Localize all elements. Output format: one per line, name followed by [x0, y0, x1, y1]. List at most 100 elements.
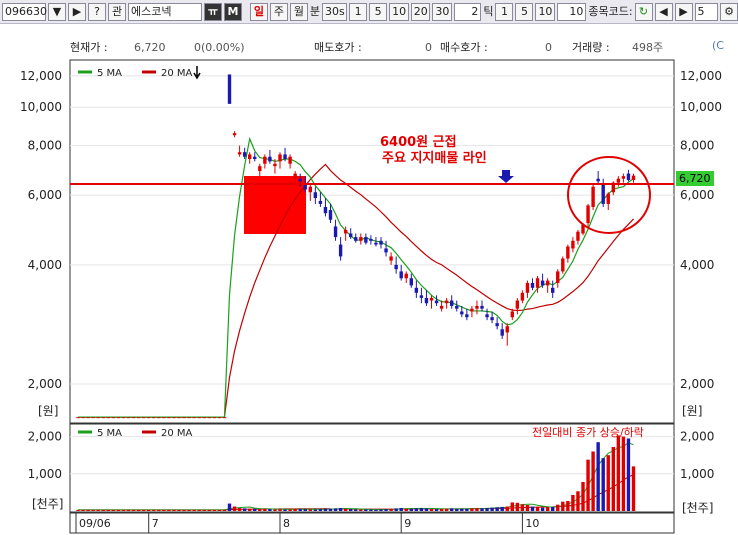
volume-bar	[419, 508, 424, 511]
candle-body	[253, 156, 257, 160]
candle-body	[338, 244, 343, 257]
candle-body	[76, 417, 80, 419]
price-unit-right: [원]	[682, 404, 702, 418]
volume-bar	[242, 508, 247, 511]
volume-bar	[273, 509, 277, 511]
candle-body	[126, 417, 131, 419]
candle-body	[556, 271, 560, 283]
volume-bar	[328, 508, 333, 511]
volume-bar	[424, 508, 429, 511]
volume-bar	[384, 509, 388, 511]
volume-bar	[131, 509, 136, 511]
candle-body	[404, 273, 408, 279]
candle-body	[399, 271, 403, 279]
volume-bar	[606, 455, 610, 511]
volume-right-ticks: 2,000 1,000	[680, 430, 714, 481]
price-right-tick: 4,000	[680, 258, 714, 272]
volume-bar	[157, 509, 161, 511]
price-right-tick: 10,000	[680, 100, 722, 114]
volume-bar	[212, 509, 217, 511]
volume-bar	[581, 481, 585, 511]
volume-bar	[227, 503, 232, 511]
candle-body	[530, 282, 535, 288]
volume-bar	[545, 507, 550, 511]
candle-body	[561, 258, 565, 272]
volume-bar	[505, 506, 509, 511]
candle-body	[515, 300, 520, 309]
candle-body	[460, 311, 464, 315]
volume-bar	[510, 502, 514, 511]
candle-body	[298, 178, 302, 182]
candle-body	[505, 326, 509, 333]
volume-bar	[591, 451, 595, 511]
candle-body	[167, 417, 171, 419]
volume-bar	[222, 509, 227, 511]
candle-body	[278, 154, 282, 162]
volume-bar	[621, 436, 626, 511]
volume-bar	[207, 509, 211, 511]
candle-body	[323, 206, 328, 214]
candle-body	[480, 305, 484, 309]
price-left-tick: 12,000	[20, 69, 62, 83]
candle-body	[389, 256, 393, 261]
volume-bar	[101, 509, 105, 511]
volume-bar	[248, 508, 252, 511]
volume-bar	[444, 508, 449, 511]
volume-bar	[470, 508, 474, 511]
candle-body	[217, 417, 222, 419]
volume-bar	[394, 508, 398, 511]
price-right-tick: 12,000	[680, 69, 722, 83]
candle-body	[596, 178, 600, 182]
candle-body	[318, 200, 323, 204]
volume-bar	[253, 508, 257, 511]
volume-bar	[167, 509, 171, 511]
price-legend-ma20: 20 MA	[161, 68, 193, 79]
volume-bar	[147, 509, 151, 511]
volume-bar	[455, 508, 459, 511]
candle-body	[86, 417, 90, 419]
price-panel-frame	[69, 59, 675, 534]
candle-body	[354, 237, 358, 241]
candle-body	[510, 311, 514, 318]
candle-body	[414, 287, 419, 293]
volume-bar	[626, 438, 631, 511]
price-left-tick: 4,000	[28, 258, 62, 272]
price-right-tick: 6,000	[680, 188, 714, 202]
volume-bar	[278, 509, 282, 511]
volume-bar	[217, 509, 222, 511]
stock-chart: 12,00010,0008,0006,0004,0002,000 12,0001…	[20, 59, 722, 534]
volume-bar	[631, 466, 636, 511]
volume-bar	[586, 459, 590, 511]
candle-body	[374, 242, 378, 245]
volume-bar	[192, 509, 196, 511]
candle-body	[232, 133, 237, 136]
volume-right-tick: 2,000	[680, 430, 714, 444]
price-left-ticks: 12,000 10,000 8,000 6,000 4,000 2,000	[20, 69, 62, 391]
volume-bar	[333, 508, 338, 511]
candle-body	[141, 417, 146, 419]
candle-body	[182, 417, 186, 419]
volume-bar	[495, 507, 499, 511]
volume-bar	[187, 509, 191, 511]
volume-bar	[414, 508, 419, 511]
volume-bar	[318, 509, 323, 511]
candle-body	[308, 186, 312, 193]
candle-body	[111, 417, 116, 419]
volume-bar	[338, 508, 343, 511]
volume-bar	[576, 491, 580, 511]
volume-bar	[379, 509, 383, 511]
volume-bar	[313, 509, 318, 511]
candle-body	[96, 417, 100, 419]
candle-body	[207, 417, 211, 419]
price-left-tick: 10,000	[20, 100, 62, 114]
candle-body	[258, 166, 262, 172]
volume-left-ticks: 2,000 1,000	[28, 430, 62, 481]
x-axis-label: 09/06	[79, 517, 111, 530]
x-axis-label: 9	[404, 517, 411, 530]
candle-body	[268, 156, 272, 162]
candle-body	[343, 229, 348, 234]
candle-body	[101, 417, 105, 419]
x-axis-label: 7	[152, 517, 159, 530]
candle-body	[172, 417, 176, 419]
price-right-tick: 2,000	[680, 377, 714, 391]
